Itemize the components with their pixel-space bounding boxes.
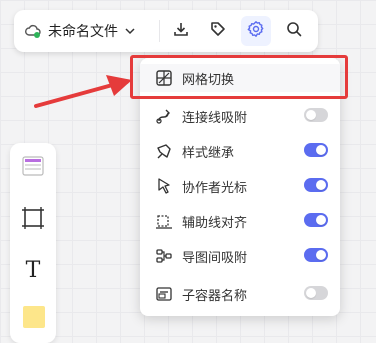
text-icon: T [25, 257, 41, 283]
menu-item-grid-toggle[interactable]: 网格切换 [140, 64, 340, 92]
grid-toggle-icon [154, 68, 174, 88]
mindmap-snap-toggle[interactable] [304, 248, 328, 262]
frame-tool[interactable] [18, 205, 48, 235]
mindmap-snap-icon [154, 246, 174, 266]
template-icon [20, 153, 46, 183]
menu-item-connector-snap[interactable]: 连接线吸附 [140, 102, 340, 130]
annotation-arrow-icon [34, 75, 132, 108]
left-toolbox: T [10, 143, 56, 343]
menu-item-label: 网格切换 [182, 72, 235, 88]
connector-snap-toggle[interactable] [304, 108, 328, 122]
cloud-sync-icon [24, 22, 42, 40]
collaborator-cursor-icon [154, 176, 174, 196]
guide-align-toggle[interactable] [304, 213, 328, 227]
menu-item-mindmap-snap[interactable]: 导图间吸附 [140, 242, 340, 270]
menu-item-collaborator-cursor[interactable]: 协作者光标 [140, 172, 340, 200]
menu-item-label: 辅助线对齐 [182, 215, 248, 231]
settings-menu: 网格切换 连接线吸附 样式继承 协作者光标 辅助线对齐 导图间吸附 子容器名称 [140, 58, 340, 316]
toolbar-divider [159, 20, 160, 42]
template-tool[interactable] [18, 153, 48, 183]
subcontainer-name-icon [154, 284, 174, 304]
text-tool[interactable]: T [18, 255, 48, 285]
frame-icon [20, 205, 46, 235]
style-inherit-toggle[interactable] [304, 143, 328, 157]
download-icon [172, 20, 190, 42]
search-button[interactable] [279, 16, 309, 46]
menu-item-style-inherit[interactable]: 样式继承 [140, 137, 340, 165]
download-button[interactable] [166, 16, 196, 46]
menu-item-subcontainer-name[interactable]: 子容器名称 [140, 280, 340, 308]
settings-button[interactable] [241, 16, 271, 46]
menu-item-label: 协作者光标 [182, 180, 248, 196]
connector-snap-icon [154, 106, 174, 126]
menu-item-label: 连接线吸附 [182, 110, 248, 126]
sticky-note-icon [20, 303, 46, 333]
settings-gear-icon [247, 20, 265, 42]
menu-item-label: 样式继承 [182, 145, 235, 161]
file-name-label: 未命名文件 [48, 24, 118, 40]
top-toolbar: 未命名文件 [14, 10, 318, 52]
menu-item-label: 子容器名称 [182, 288, 248, 304]
style-inherit-icon [154, 141, 174, 161]
guide-align-icon [154, 211, 174, 231]
sticky-note-tool[interactable] [18, 303, 48, 333]
file-name-dropdown[interactable]: 未命名文件 [24, 19, 136, 43]
collaborator-cursor-toggle[interactable] [304, 178, 328, 192]
menu-item-label: 导图间吸附 [182, 250, 248, 266]
chevron-down-icon [124, 25, 136, 37]
subcontainer-name-toggle[interactable] [304, 286, 328, 300]
tag-icon [209, 20, 227, 42]
tag-button[interactable] [203, 16, 233, 46]
search-icon [285, 20, 303, 42]
menu-item-guide-align[interactable]: 辅助线对齐 [140, 207, 340, 235]
